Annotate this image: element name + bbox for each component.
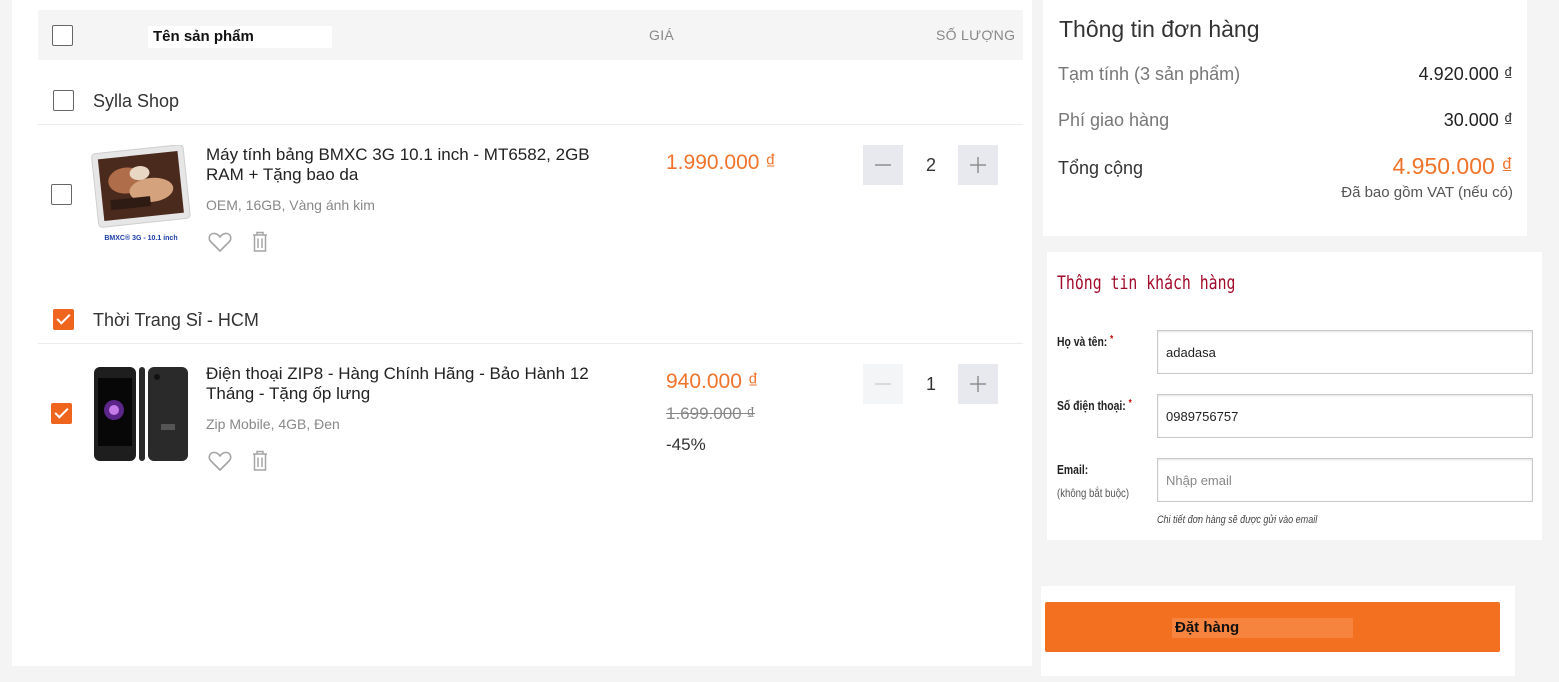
product-price: 1.990.000 ₫ (666, 151, 777, 174)
price-column-header: GIÁ (649, 27, 675, 43)
original-price: 1.699.000 ₫ (666, 404, 756, 423)
email-hint: Chi tiết đơn hàng sẽ được gửi vào email (1157, 514, 1318, 526)
total-value: 4.950.000 ₫ (1392, 153, 1513, 179)
heart-icon[interactable] (207, 229, 233, 255)
name-label: Họ và tên: * (1057, 334, 1114, 349)
product-name[interactable]: Máy tính bảng BMXC 3G 10.1 inch - MT6582… (206, 145, 606, 185)
plus-icon (970, 157, 986, 173)
phone-label: Số điện thoại: * (1057, 398, 1132, 413)
minus-icon (875, 164, 891, 166)
product-attributes: OEM, 16GB, Vàng ánh kim (206, 197, 375, 213)
product-column-header: Tên sản phẩm (148, 26, 332, 48)
total-label: Tổng cộng (1058, 158, 1144, 178)
subtotal-value: 4.920.000 ₫ (1418, 64, 1513, 84)
shop-group: Thời Trang Sỉ - HCM Điện thoại ZIP8 - Hà… (38, 294, 1023, 497)
minus-icon (875, 383, 891, 385)
discount-badge: -45% (666, 435, 706, 454)
order-button-area: Đặt hàng (1041, 586, 1515, 676)
product-attributes: Zip Mobile, 4GB, Đen (206, 416, 340, 432)
product-image-caption: BMXC® 3G - 10.1 inch (104, 234, 177, 242)
vat-note: Đã bao gồm VAT (nếu có) (1341, 184, 1513, 201)
item-checkbox[interactable] (51, 403, 72, 424)
customer-info-form: Thông tin khách hàng Họ và tên: * Số điệ… (1047, 252, 1542, 540)
item-checkbox[interactable] (51, 184, 72, 205)
shop-group: Sylla Shop BMXC® 3G - 10.1 inch Máy tính… (38, 75, 1023, 278)
name-field[interactable] (1157, 330, 1533, 374)
trash-icon[interactable] (247, 448, 273, 474)
shop-checkbox[interactable] (53, 90, 74, 111)
subtotal-label: Tạm tính (3 sản phẩm) (1058, 64, 1241, 84)
trash-icon[interactable] (247, 229, 273, 255)
heart-icon[interactable] (207, 448, 233, 474)
increase-quantity-button[interactable] (958, 145, 998, 185)
shipping-label: Phí giao hàng (1058, 110, 1170, 130)
decrease-quantity-button[interactable] (863, 145, 903, 185)
shop-name[interactable]: Sylla Shop (93, 91, 179, 112)
shop-name[interactable]: Thời Trang Sỉ - HCM (93, 310, 259, 331)
product-image[interactable]: BMXC® 3G - 10.1 inch (91, 144, 191, 245)
product-name[interactable]: Điện thoại ZIP8 - Hàng Chính Hãng - Bảo … (206, 364, 606, 404)
product-price: 940.000 ₫ (666, 370, 759, 393)
shipping-value: 30.000 ₫ (1443, 110, 1513, 130)
shop-checkbox[interactable] (53, 309, 74, 330)
email-optional-note: (không bắt buộc) (1057, 486, 1130, 500)
shop-header: Thời Trang Sỉ - HCM (38, 294, 1023, 344)
email-field[interactable] (1157, 458, 1533, 502)
customer-info-title: Thông tin khách hàng (1057, 272, 1236, 294)
quantity-value[interactable]: 2 (903, 145, 959, 185)
place-order-button[interactable]: Đặt hàng (1045, 602, 1500, 652)
order-summary: Thông tin đơn hàng Tạm tính (3 sản phẩm)… (1043, 0, 1527, 236)
quantity-value[interactable]: 1 (903, 364, 959, 404)
select-all-checkbox[interactable] (52, 25, 73, 46)
quantity-column-header: SỐ LƯỢNG (936, 27, 1016, 43)
phone-field[interactable] (1157, 394, 1533, 438)
product-image[interactable] (91, 364, 191, 464)
order-summary-title: Thông tin đơn hàng (1059, 16, 1260, 42)
increase-quantity-button[interactable] (958, 364, 998, 404)
place-order-label: Đặt hàng (1172, 618, 1353, 638)
shop-header: Sylla Shop (38, 75, 1023, 125)
decrease-quantity-button[interactable] (863, 364, 903, 404)
plus-icon (970, 376, 986, 392)
email-label: Email: (1057, 462, 1089, 477)
